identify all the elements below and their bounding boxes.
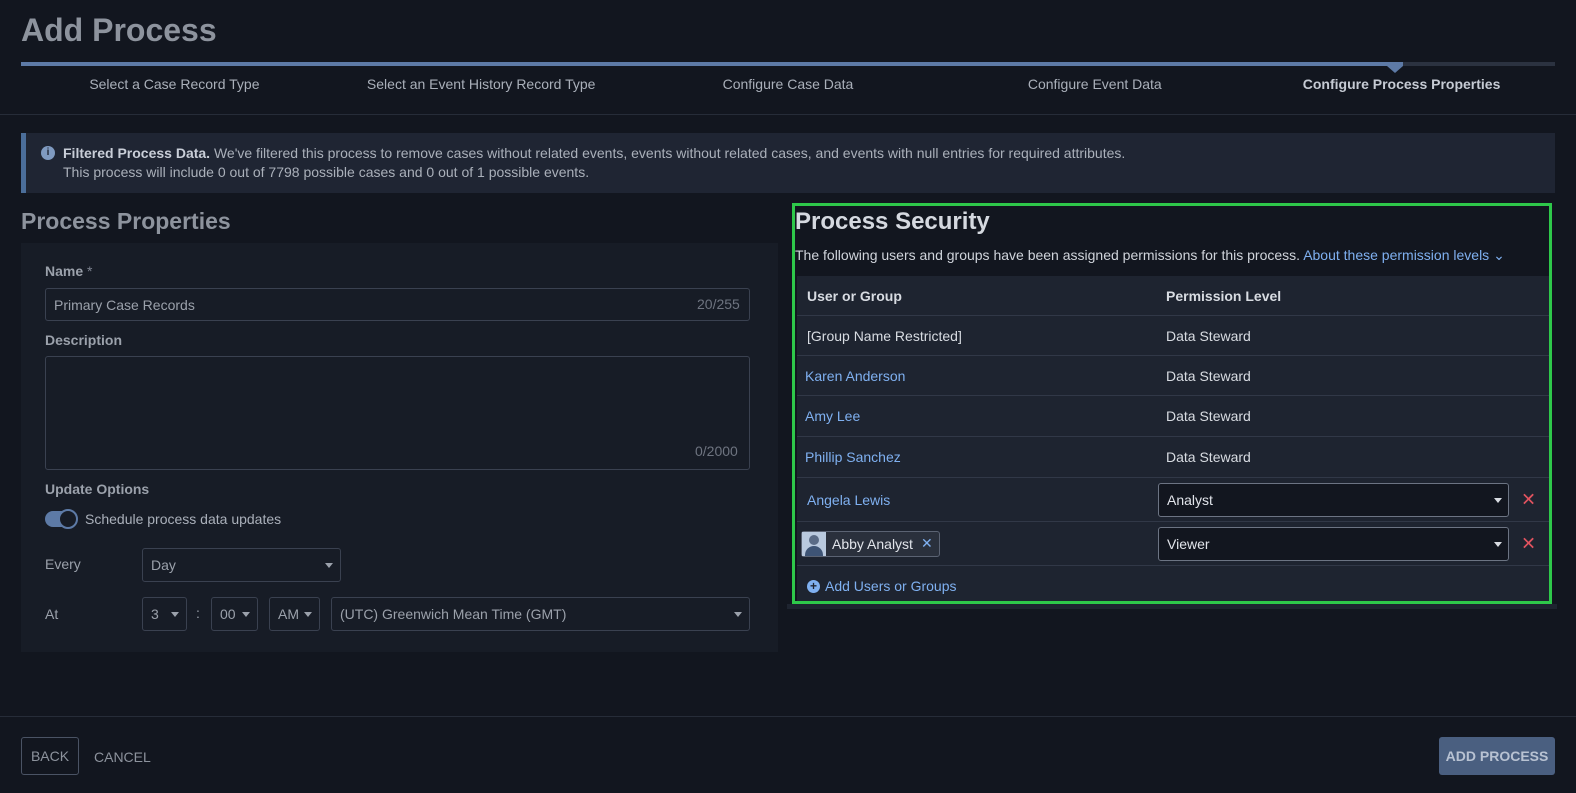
permission-level: Data Steward xyxy=(1166,449,1251,465)
description-label: Description xyxy=(45,332,123,348)
footer-divider xyxy=(0,716,1576,717)
add-process-button[interactable]: ADD PROCESS xyxy=(1439,737,1555,775)
table-row: Amy Lee Data Steward xyxy=(797,396,1549,437)
permission-level: Data Steward xyxy=(1166,327,1251,344)
user-chip: Abby Analyst ✕ xyxy=(801,530,940,557)
add-users-label: Add Users or Groups xyxy=(825,578,957,594)
time-separator: : xyxy=(196,605,200,621)
step-configure-event-data[interactable]: Configure Event Data xyxy=(941,76,1248,92)
user-name: [Group Name Restricted] xyxy=(807,327,962,344)
permissions-table: User or Group Permission Level [Group Na… xyxy=(797,276,1549,601)
name-input[interactable]: Primary Case Records xyxy=(45,288,750,321)
chevron-down-icon xyxy=(1494,541,1502,547)
column-header-permission: Permission Level xyxy=(1166,287,1282,304)
permission-level: Data Steward xyxy=(1166,408,1251,424)
hour-select-value: 3 xyxy=(151,606,159,622)
info-banner: i Filtered Process Data. We've filtered … xyxy=(21,133,1555,193)
chevron-down-icon: ⌄ xyxy=(1493,247,1505,263)
chevron-down-icon xyxy=(1494,497,1502,503)
minute-select[interactable]: 00 xyxy=(211,597,258,631)
banner-title: Filtered Process Data. xyxy=(63,145,211,161)
info-icon: i xyxy=(41,146,55,160)
step-configure-process-properties[interactable]: Configure Process Properties xyxy=(1248,76,1555,92)
process-security-panel: Process Security The following users and… xyxy=(792,203,1552,604)
user-link[interactable]: Phillip Sanchez xyxy=(805,449,901,465)
name-char-counter: 20/255 xyxy=(697,296,740,312)
table-row: Angela Lewis Analyst ✕ xyxy=(797,478,1549,522)
description-char-counter: 0/2000 xyxy=(695,443,738,459)
chevron-down-icon xyxy=(242,612,250,617)
every-select-value: Day xyxy=(151,557,176,573)
every-label: Every xyxy=(45,556,81,572)
plus-circle-icon: + xyxy=(807,579,820,593)
update-options-label: Update Options xyxy=(45,481,150,497)
table-header-row: User or Group Permission Level xyxy=(797,276,1549,316)
ampm-select-value: AM xyxy=(278,606,299,622)
user-link[interactable]: Amy Lee xyxy=(805,408,860,424)
user-chip-label: Abby Analyst xyxy=(832,535,913,552)
avatar xyxy=(802,531,826,556)
step-configure-case-data[interactable]: Configure Case Data xyxy=(635,76,942,92)
name-input-value: Primary Case Records xyxy=(54,297,195,313)
chevron-down-icon xyxy=(171,612,179,617)
hour-select[interactable]: 3 xyxy=(142,597,187,631)
process-properties-heading: Process Properties xyxy=(21,208,231,234)
user-link[interactable]: Karen Anderson xyxy=(805,368,905,384)
chevron-down-icon xyxy=(304,612,312,617)
permission-level: Data Steward xyxy=(1166,367,1251,384)
step-select-event-history-record-type[interactable]: Select an Event History Record Type xyxy=(328,76,635,92)
timezone-select[interactable]: (UTC) Greenwich Mean Time (GMT) xyxy=(331,597,750,631)
header-divider xyxy=(0,114,1576,115)
banner-line2: This process will include 0 out of 7798 … xyxy=(63,164,590,180)
chevron-down-icon xyxy=(325,563,333,568)
required-marker: * xyxy=(87,263,93,279)
chevron-down-icon xyxy=(734,612,742,617)
remove-row-icon[interactable]: ✕ xyxy=(1521,533,1536,554)
toggle-knob xyxy=(58,509,78,529)
wizard-stepper: Select a Case Record Type Select an Even… xyxy=(21,62,1555,112)
add-users-or-groups-link[interactable]: + Add Users or Groups xyxy=(807,578,957,594)
remove-chip-icon[interactable]: ✕ xyxy=(921,535,933,552)
back-button[interactable]: BACK xyxy=(21,737,79,775)
process-security-heading: Process Security xyxy=(795,208,990,235)
about-permission-levels-link[interactable]: About these permission levels ⌄ xyxy=(1303,247,1505,263)
at-label: At xyxy=(45,606,59,622)
remove-row-icon[interactable]: ✕ xyxy=(1521,489,1536,510)
permission-select[interactable]: Analyst xyxy=(1158,482,1509,517)
name-label: Name * xyxy=(45,263,93,279)
permission-select-value: Viewer xyxy=(1167,535,1210,552)
cancel-button[interactable]: CANCEL xyxy=(94,749,151,765)
active-step-caret xyxy=(1387,66,1403,73)
step-select-case-record-type[interactable]: Select a Case Record Type xyxy=(21,76,328,92)
minute-select-value: 00 xyxy=(220,606,236,622)
process-properties-card: Name * Primary Case Records 20/255 Descr… xyxy=(21,243,778,652)
every-select[interactable]: Day xyxy=(142,548,341,582)
timezone-select-value: (UTC) Greenwich Mean Time (GMT) xyxy=(340,606,567,622)
table-row: Karen Anderson Data Steward xyxy=(797,356,1549,396)
description-textarea[interactable] xyxy=(45,356,750,470)
column-header-user: User or Group xyxy=(807,287,902,304)
table-row: [Group Name Restricted] Data Steward xyxy=(797,316,1549,356)
schedule-updates-toggle[interactable] xyxy=(45,509,78,529)
user-link[interactable]: Angela Lewis xyxy=(807,492,890,508)
process-security-description: The following users and groups have been… xyxy=(795,247,1505,263)
schedule-updates-label: Schedule process data updates xyxy=(85,511,282,527)
stepper-progress xyxy=(21,62,1403,66)
table-row: Abby Analyst ✕ Viewer ✕ xyxy=(797,522,1549,566)
security-panel-shadow xyxy=(787,604,1557,609)
ampm-select[interactable]: AM xyxy=(269,597,320,631)
page-title: Add Process xyxy=(21,12,217,48)
permission-select[interactable]: Viewer xyxy=(1158,526,1509,561)
permission-select-value: Analyst xyxy=(1167,491,1213,508)
table-row: Phillip Sanchez Data Steward xyxy=(797,437,1549,478)
banner-line1: We've filtered this process to remove ca… xyxy=(213,145,1126,161)
